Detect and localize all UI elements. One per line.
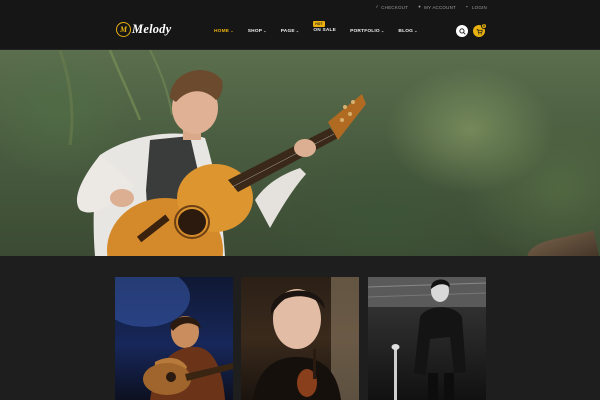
chevron-down-icon: ⌄ (380, 28, 385, 33)
nav-portfolio[interactable]: PORTFOLIO⌄ (350, 28, 384, 34)
nav-home[interactable]: HOME⌄ (214, 28, 234, 34)
hero-guitarist-image (58, 50, 366, 256)
my-account-label: MY ACCOUNT (424, 4, 456, 10)
main-nav: HOME⌄ SHOP⌄ PAGE⌄ HOT ON SALE PORTFOLIO⌄… (214, 21, 418, 34)
nav-page-label: PAGE (280, 29, 295, 34)
my-account-link[interactable]: ● MY ACCOUNT (418, 4, 456, 10)
lock-icon: ▪ (465, 4, 468, 9)
chevron-down-icon: ⌄ (263, 28, 267, 33)
nav-shop[interactable]: SHOP⌄ (248, 28, 267, 34)
checkout-link[interactable]: ✓ CHECKOUT (375, 4, 409, 10)
gallery-card-2[interactable] (241, 277, 359, 400)
top-utility-bar: ✓ CHECKOUT ● MY ACCOUNT ▪ LOGIN (0, 0, 600, 14)
nav-home-label: HOME (214, 29, 230, 34)
nav-page[interactable]: PAGE⌄ (281, 28, 300, 34)
nav-blog-label: BLOG (398, 29, 414, 34)
logo-text: Melody (132, 22, 172, 36)
site-logo[interactable]: M Melody (116, 22, 171, 37)
gallery-card-1[interactable] (115, 277, 233, 400)
nav-portfolio-label: PORTFOLIO (350, 29, 380, 34)
chevron-down-icon: ⌄ (230, 28, 234, 33)
hot-badge: HOT (313, 21, 325, 27)
page: ✓ CHECKOUT ● MY ACCOUNT ▪ LOGIN M Melody… (0, 0, 600, 400)
nav-shop-label: SHOP (247, 29, 263, 34)
cart-count-badge: 0 (481, 23, 487, 29)
gallery-card-3[interactable] (368, 277, 486, 400)
search-icon (458, 27, 466, 35)
search-button[interactable] (456, 25, 468, 37)
nav-on-sale[interactable]: HOT ON SALE (313, 21, 337, 34)
chevron-down-icon: ⌄ (295, 28, 300, 33)
gallery-image-3 (368, 277, 486, 400)
cart-button[interactable]: 0 (473, 23, 487, 37)
nav-blog[interactable]: BLOG⌄ (398, 28, 417, 34)
artist-gallery (0, 256, 600, 400)
gallery-image-1 (115, 277, 233, 400)
logo-mark: M (116, 22, 131, 37)
login-link[interactable]: ▪ LOGIN (465, 4, 487, 10)
user-icon: ● (418, 4, 421, 9)
nav-on-sale-label: ON SALE (313, 28, 337, 33)
login-label: LOGIN (471, 4, 487, 10)
hero-banner (0, 50, 600, 256)
checkout-label: CHECKOUT (381, 4, 409, 10)
site-header: M Melody HOME⌄ SHOP⌄ PAGE⌄ HOT ON SALE P… (0, 14, 600, 50)
gallery-image-2 (253, 277, 359, 400)
check-icon: ✓ (375, 4, 380, 9)
chevron-down-icon: ⌄ (414, 28, 418, 33)
